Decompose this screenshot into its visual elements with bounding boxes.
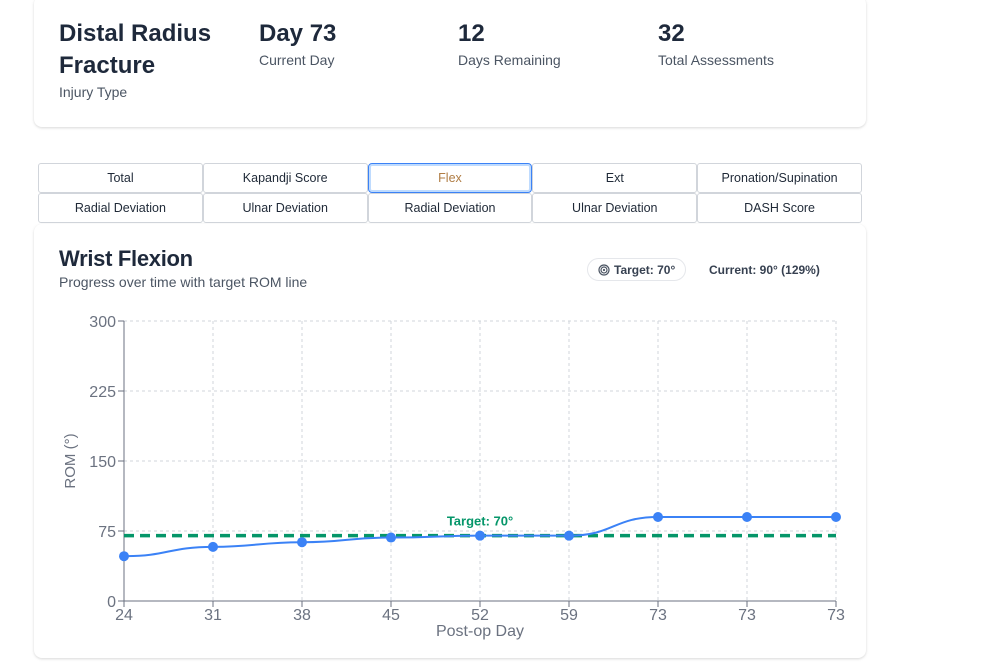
y-tick-label: 150 xyxy=(89,454,116,471)
tab-row-1: Total Kapandji Score Flex Ext Pronation/… xyxy=(38,163,862,193)
current-day-value: Day 73 xyxy=(259,20,337,47)
injury-type-stat: Distal Radius Fracture Injury Type xyxy=(59,18,229,102)
tab-radial-deviation-2[interactable]: Radial Deviation xyxy=(367,193,533,223)
tab-ext[interactable]: Ext xyxy=(532,163,698,193)
data-point xyxy=(475,530,485,541)
y-axis-label: ROM (°) xyxy=(62,433,79,488)
x-tick-label: 59 xyxy=(560,607,578,624)
x-tick-label: 31 xyxy=(204,607,222,624)
data-point xyxy=(653,512,663,522)
total-assessments-label: Total Assessments xyxy=(658,52,774,68)
summary-card: Distal Radius Fracture Injury Type Day 7… xyxy=(34,0,866,127)
x-tick-label: 52 xyxy=(471,607,489,624)
data-point xyxy=(208,541,218,552)
data-point xyxy=(119,551,129,562)
y-tick-label: 75 xyxy=(98,524,116,541)
injury-type-label: Injury Type xyxy=(59,84,128,100)
days-remaining-label: Days Remaining xyxy=(458,52,561,68)
tab-kapandji-score[interactable]: Kapandji Score xyxy=(202,163,368,193)
injury-type-value: Distal Radius Fracture xyxy=(59,20,212,79)
total-assessments-value: 32 xyxy=(658,20,685,47)
x-tick-label: 45 xyxy=(382,607,400,624)
tab-dash-score[interactable]: DASH Score xyxy=(697,193,862,223)
tab-total[interactable]: Total xyxy=(38,163,203,193)
chart-card: Wrist Flexion Progress over time with ta… xyxy=(34,224,866,658)
data-point xyxy=(831,512,841,522)
total-assessments-stat: 32 Total Assessments xyxy=(658,18,774,70)
tab-row-2: Radial Deviation Ulnar Deviation Radial … xyxy=(38,193,862,223)
data-point xyxy=(564,530,574,541)
metric-tabs: Total Kapandji Score Flex Ext Pronation/… xyxy=(38,163,862,223)
current-day-label: Current Day xyxy=(259,52,335,68)
x-tick-label: 73 xyxy=(649,607,667,624)
x-axis-label: Post-op Day xyxy=(436,623,524,640)
days-remaining-value: 12 xyxy=(458,20,485,47)
y-tick-label: 300 xyxy=(89,314,116,331)
current-day-stat: Day 73 Current Day xyxy=(259,18,336,70)
x-tick-label: 73 xyxy=(827,607,845,624)
tab-radial-deviation[interactable]: Radial Deviation xyxy=(38,193,203,223)
x-tick-label: 73 xyxy=(738,607,756,624)
data-point xyxy=(297,537,307,548)
days-remaining-stat: 12 Days Remaining xyxy=(458,18,561,70)
tab-ulnar-deviation-2[interactable]: Ulnar Deviation xyxy=(532,193,698,223)
tab-flex[interactable]: Flex xyxy=(367,163,533,193)
x-tick-label: 24 xyxy=(115,607,133,624)
target-line-label: Target: 70° xyxy=(447,514,513,529)
data-point xyxy=(386,532,396,543)
tab-ulnar-deviation[interactable]: Ulnar Deviation xyxy=(202,193,368,223)
x-tick-label: 38 xyxy=(293,607,311,624)
y-tick-label: 225 xyxy=(89,384,116,401)
rom-line-chart: 07515022530024 31 38 45 52 59 73 73 73ROM (°)Pos… xyxy=(62,314,845,640)
data-point xyxy=(742,512,752,522)
tab-pronation-supination[interactable]: Pronation/Supination xyxy=(697,163,862,193)
